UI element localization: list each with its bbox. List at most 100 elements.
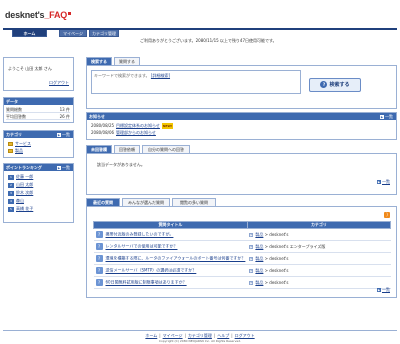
footer-link-home[interactable]: ホーム (145, 333, 157, 338)
category-child: desknet's (269, 279, 289, 285)
category-link[interactable]: 製品 (255, 268, 263, 273)
category-item-service[interactable]: サービス (8, 141, 31, 147)
copyright-text: Copyright (C) 2080 NEOJAPAN Inc. All Rig… (158, 339, 242, 343)
arrow-right-icon: ▶ (249, 280, 254, 285)
data-row-label: 質問総数 (6, 107, 22, 112)
arrow-right-icon: ▶ (249, 244, 254, 249)
news-more-link[interactable]: ▶ 一覧 (380, 113, 393, 120)
answers-more-link[interactable]: ▶ 一覧 (377, 179, 390, 185)
answers-frame: 該当データがありません。 ▶ 一覧 (86, 153, 397, 195)
ranking-panel: ポイントランキング ▶ 一覧 1 佐藤 一郎 2 山田 太郎 3 鈴木 次郎 4 森山 5… (3, 163, 74, 223)
arrow-right-icon: ▶ (57, 133, 61, 137)
tab-ask[interactable]: 質問する (114, 57, 140, 65)
data-row: 平均回答数 26 件 (6, 114, 70, 120)
search-placeholder: キーワードで検索ができます。 (94, 73, 150, 78)
logo-text: desknet's (5, 10, 45, 20)
data-row: 質問総数 13 件 (6, 107, 70, 113)
news-link[interactable]: 目標設定体系のお知らせ (116, 123, 160, 128)
category-link[interactable]: 製品 (255, 256, 263, 261)
footer-link-help[interactable]: ヘルプ (217, 333, 229, 338)
footer-link-logout[interactable]: ログアウト (235, 333, 255, 338)
question-link[interactable]: 環境を構築する際に、ルータのファイアウォールのポート番号は何番ですか？ (106, 256, 246, 261)
tab-search[interactable]: 検索する (86, 57, 112, 65)
tab-home[interactable]: ホーム (12, 30, 47, 37)
question-link[interactable]: 60日間無料試用版に制限事項はありますか？ (106, 280, 187, 285)
question-link[interactable]: レンタルサーバでの使用は可能ですか？ (106, 244, 178, 249)
category-item-product[interactable]: 製品 (8, 148, 23, 154)
tab-answers-to-me[interactable]: 自分の質問への回答 (142, 145, 190, 153)
table-row: ? レンタルサーバでの使用は可能ですか？ ▶ 製品 > desknet's エンター… (93, 240, 391, 253)
question-icon: ? (95, 267, 103, 274)
question-icon: ? (95, 231, 103, 238)
tab-unanswered[interactable]: 未回答欄 (86, 145, 112, 153)
rank-badge: 4 (8, 198, 14, 204)
arrow-right-icon: ▶ (57, 166, 61, 170)
ranking-item[interactable]: 2 山田 太郎 (8, 182, 33, 188)
tab-popular-questions[interactable]: みんなが選んだ質問 (122, 198, 170, 206)
tab-recent-questions[interactable]: 最近の質問 (86, 198, 120, 206)
ranking-item[interactable]: 4 森山 (8, 198, 24, 204)
license-notice: ご利用ありがとうございます。2080/11/15 以上で残り47日使用可能です。 (140, 38, 277, 43)
table-row: ? 環境を構築する際に、ルータのファイアウォールのポート番号は何番ですか？ ▶ 製品… (93, 252, 391, 265)
search-icon: ? (320, 81, 328, 88)
user-panel: ようこそ 山田 太郎 さん ログアウト (3, 57, 74, 91)
logo-mark-icon (68, 12, 72, 15)
search-button[interactable]: ? 検索する (309, 78, 361, 92)
col-title-header: 質問タイトル (93, 221, 248, 229)
category-link[interactable]: 製品 (255, 280, 263, 285)
question-icon: ? (95, 243, 103, 250)
category-more-link[interactable]: ▶ 一覧 (57, 131, 70, 138)
footer-link-category[interactable]: カテゴリ管理 (188, 333, 212, 338)
folder-icon (8, 149, 13, 153)
category-child: desknet's (269, 255, 289, 261)
news-item: 2080/08/06 管理部からのお知らせ (91, 130, 156, 136)
questions-frame: ) 質問タイトル カテゴリ ? 携帯付近版のみ登録したいのですが。 ▶ 製品 > d… (86, 206, 397, 298)
ranking-item[interactable]: 3 鈴木 次郎 (8, 190, 33, 196)
news-item: 2080/08/25 目標設定体系のお知らせ NEW! (91, 123, 174, 129)
col-category-header: カテゴリ (246, 221, 392, 229)
tab-answer-request[interactable]: 回答依頼 (114, 145, 140, 153)
search-input[interactable]: キーワードで検索ができます。 [詳細検索] (91, 70, 301, 94)
logout-link[interactable]: ログアウト (49, 80, 69, 86)
question-link[interactable]: 送信メールサーバ（SMTP）の選択は必須ですか？ (106, 268, 197, 273)
category-child: desknet's (269, 267, 289, 273)
ranking-item[interactable]: 1 佐藤 一郎 (8, 174, 33, 180)
table-row: ? 送信メールサーバ（SMTP）の選択は必須ですか？ ▶ 製品 > desknet'… (93, 264, 391, 277)
rss-icon[interactable]: ) (384, 212, 390, 218)
table-row: ? 携帯付近版のみ登録したいのですが。 ▶ 製品 > desknet's (93, 228, 391, 241)
empty-message: 該当データがありません。 (97, 162, 145, 167)
tab-most-viewed[interactable]: 閲覧の多い質問 (172, 198, 216, 206)
tab-category-admin[interactable]: カテゴリ管理 (89, 30, 119, 37)
arrow-right-icon: ▶ (377, 288, 381, 292)
folder-icon (8, 142, 13, 146)
category-link[interactable]: 製品 (255, 232, 263, 237)
news-link[interactable]: 管理部からのお知らせ (116, 130, 156, 135)
rank-badge: 5 (8, 206, 14, 212)
ranking-panel-header: ポイントランキング ▶ 一覧 (4, 164, 73, 171)
ranking-panel-title: ポイントランキング (6, 165, 42, 170)
detail-search-link[interactable]: [詳細検索] (151, 73, 170, 78)
ranking-more-link[interactable]: ▶ 一覧 (57, 164, 70, 171)
ranking-item[interactable]: 5 高橋 花子 (8, 206, 33, 212)
table-row: ? 60日間無料試用版に制限事項はありますか？ ▶ 製品 > desknet's (93, 276, 391, 289)
news-panel: お知らせ ▶ 一覧 2080/08/25 目標設定体系のお知らせ NEW! 2080/… (86, 112, 397, 140)
data-panel-title: データ (4, 98, 73, 105)
news-panel-header: お知らせ ▶ 一覧 (87, 113, 396, 120)
footer-link-mypage[interactable]: マイページ (163, 333, 183, 338)
answers-panel: 未回答欄 回答依頼 自分の質問への回答 該当データがありません。 ▶ 一覧 (86, 145, 397, 195)
questions-table: 質問タイトル カテゴリ ? 携帯付近版のみ登録したいのですが。 ▶ 製品 > des… (93, 221, 392, 289)
data-panel: データ 質問総数 13 件 平均回答数 26 件 (3, 97, 74, 123)
category-link[interactable]: 製品 (255, 244, 263, 249)
category-panel: カテゴリ ▶ 一覧 サービス 製品 (3, 130, 74, 158)
rank-badge: 3 (8, 190, 14, 196)
question-icon: ? (95, 255, 103, 262)
news-date: 2080/08/25 (91, 123, 115, 128)
tab-mypage[interactable]: マイページ (59, 30, 87, 37)
question-link[interactable]: 携帯付近版のみ登録したいのですが。 (106, 232, 174, 237)
arrow-right-icon: ▶ (249, 268, 254, 273)
arrow-right-icon: ▶ (380, 115, 384, 119)
category-panel-header: カテゴリ ▶ 一覧 (4, 131, 73, 138)
welcome-text: ようこそ 山田 太郎 さん (8, 66, 52, 71)
arrow-right-icon: ▶ (377, 180, 381, 184)
questions-more-link[interactable]: ▶ 一覧 (377, 287, 390, 293)
